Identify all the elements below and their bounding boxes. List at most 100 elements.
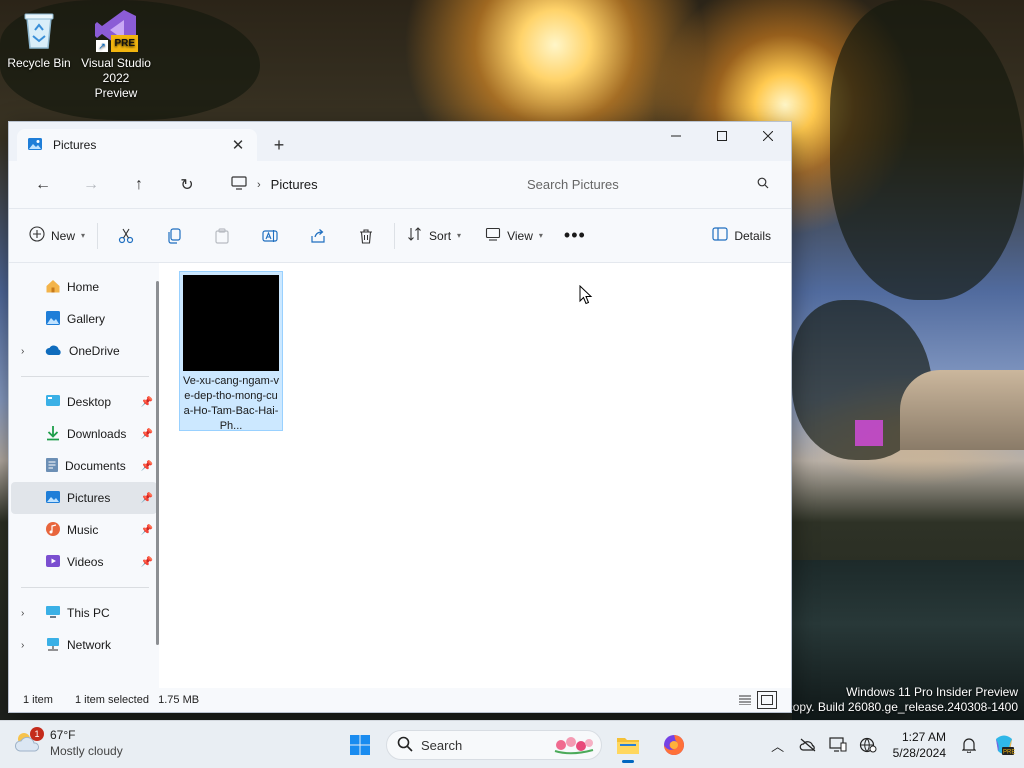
search-input[interactable]	[527, 177, 757, 192]
title-bar[interactable]: Pictures ✕ +	[9, 122, 791, 161]
pin-icon[interactable]: 📌	[141, 397, 153, 408]
chevron-down-icon: ▾	[457, 231, 462, 240]
gallery-icon	[45, 310, 61, 329]
sidebar-item-this-pc[interactable]: › This PC	[11, 597, 157, 629]
tab-pictures[interactable]: Pictures ✕	[17, 129, 257, 161]
forward-button[interactable]: →	[69, 169, 113, 201]
windows-logo-icon	[350, 735, 370, 755]
new-button[interactable]: New ▾	[21, 219, 93, 253]
this-pc-icon[interactable]	[231, 176, 247, 193]
videos-icon	[45, 553, 61, 572]
new-label: New	[51, 228, 76, 243]
sidebar-item-music[interactable]: Music 📌	[11, 514, 157, 546]
cursor-arrow-icon	[579, 284, 593, 305]
clock[interactable]: 1:27 AM 5/28/2024	[883, 729, 954, 761]
more-options-button[interactable]: •••	[551, 219, 599, 253]
pictures-icon	[27, 136, 43, 155]
bell-icon	[962, 738, 976, 753]
copilot-button[interactable]: PRE	[984, 725, 1024, 765]
show-hidden-icons-button[interactable]: ︿	[763, 725, 793, 765]
svg-text:PRE: PRE	[1003, 750, 1015, 756]
pin-icon[interactable]: 📌	[141, 461, 153, 472]
new-tab-button[interactable]: +	[263, 129, 295, 161]
sidebar-item-desktop[interactable]: Desktop 📌	[11, 386, 157, 418]
sidebar-item-documents[interactable]: Documents 📌	[11, 450, 157, 482]
taskbar-search[interactable]: Search	[386, 730, 602, 760]
firefox-icon	[664, 735, 684, 755]
breadcrumb[interactable]: › Pictures	[219, 169, 513, 201]
sidebar-item-label: Home	[67, 280, 100, 294]
start-button[interactable]	[340, 727, 380, 763]
weather-temp: 67°F	[50, 728, 76, 742]
sidebar-item-label: Videos	[67, 555, 104, 569]
chevron-right-icon[interactable]: ›	[21, 608, 24, 619]
sidebar-item-home[interactable]: Home	[11, 271, 157, 303]
list-view-icon	[739, 695, 751, 705]
view-toggles	[735, 691, 777, 709]
view-button[interactable]: View ▾	[477, 219, 551, 253]
taskbar-center: Search	[340, 727, 694, 763]
up-button[interactable]: ↑	[117, 169, 161, 201]
pin-icon[interactable]: 📌	[141, 493, 153, 504]
sidebar-item-videos[interactable]: Videos 📌	[11, 546, 157, 578]
wallpaper-neon-sign	[855, 420, 883, 446]
file-explorer-window: Pictures ✕ + ← → ↑ ↻ › Pictures Search P…	[8, 121, 792, 713]
back-button[interactable]: ←	[21, 169, 65, 201]
desktop-icon-recycle-bin[interactable]: Recycle Bin	[3, 8, 75, 71]
cloud-offline-icon	[799, 738, 815, 752]
display-status-button[interactable]	[823, 725, 853, 765]
sidebar-item-label: Music	[67, 523, 99, 537]
volume-status-button[interactable]	[853, 725, 883, 765]
sidebar-separator	[21, 376, 149, 377]
search-box[interactable]	[517, 168, 779, 201]
weather-widget[interactable]: 1 67°F Mostly cloudy	[14, 727, 123, 759]
navigation-pane[interactable]: Home Gallery › OneDrive Desktop 📌 Downlo…	[9, 263, 159, 688]
chevron-down-icon: ▾	[81, 231, 86, 240]
rename-button[interactable]	[246, 219, 294, 253]
notifications-button[interactable]	[954, 725, 984, 765]
breadcrumb-current[interactable]: Pictures	[271, 177, 318, 192]
paste-button[interactable]	[198, 219, 246, 253]
file-explorer-icon	[617, 738, 639, 754]
close-button[interactable]	[745, 122, 791, 150]
taskbar-firefox[interactable]	[654, 727, 694, 763]
refresh-icon: ↻	[180, 176, 194, 194]
pin-icon[interactable]: 📌	[141, 429, 153, 440]
explorer-body: Home Gallery › OneDrive Desktop 📌 Downlo…	[9, 263, 791, 688]
sidebar-item-label: Network	[67, 638, 112, 652]
delete-button[interactable]	[342, 219, 390, 253]
sidebar-item-gallery[interactable]: Gallery	[11, 303, 157, 335]
window-controls	[653, 122, 791, 150]
sidebar-item-network[interactable]: › Network	[11, 629, 157, 661]
network-status-button[interactable]	[793, 725, 823, 765]
mouse-cursor	[579, 284, 593, 308]
pin-icon[interactable]: 📌	[141, 557, 153, 568]
chevron-right-icon[interactable]: ›	[21, 640, 24, 651]
cut-button[interactable]	[102, 219, 150, 253]
file-thumbnail	[183, 275, 279, 371]
pin-icon[interactable]: 📌	[141, 525, 153, 536]
breadcrumb-chevron-icon[interactable]: ›	[257, 179, 261, 191]
taskbar-file-explorer[interactable]	[608, 727, 648, 763]
minimize-button[interactable]	[653, 122, 699, 150]
sidebar-item-pictures[interactable]: Pictures 📌	[11, 482, 157, 514]
details-view-button[interactable]	[735, 691, 755, 709]
tiles-view-button[interactable]	[757, 691, 777, 709]
taskbar-search-label: Search	[421, 737, 463, 753]
close-tab-icon[interactable]: ✕	[229, 136, 247, 154]
chevron-right-icon[interactable]: ›	[21, 346, 24, 357]
search-highlight-flowers-icon	[551, 734, 595, 759]
sidebar-item-downloads[interactable]: Downloads 📌	[11, 418, 157, 450]
downloads-icon	[45, 425, 61, 444]
pictures-icon	[45, 489, 61, 508]
copy-button[interactable]	[150, 219, 198, 253]
file-view[interactable]: Ve-xu-cang-ngam-ve-dep-tho-mong-cua-Ho-T…	[159, 263, 791, 688]
sort-button[interactable]: Sort ▾	[399, 219, 469, 253]
maximize-button[interactable]	[699, 122, 745, 150]
desktop-icon-visual-studio[interactable]: PRE ↗ Visual Studio 2022 Preview	[80, 8, 152, 101]
details-pane-button[interactable]: Details	[704, 219, 779, 253]
file-item[interactable]: Ve-xu-cang-ngam-ve-dep-tho-mong-cua-Ho-T…	[179, 271, 283, 432]
share-button[interactable]	[294, 219, 342, 253]
refresh-button[interactable]: ↻	[165, 169, 209, 201]
sidebar-item-onedrive[interactable]: › OneDrive	[11, 335, 157, 367]
